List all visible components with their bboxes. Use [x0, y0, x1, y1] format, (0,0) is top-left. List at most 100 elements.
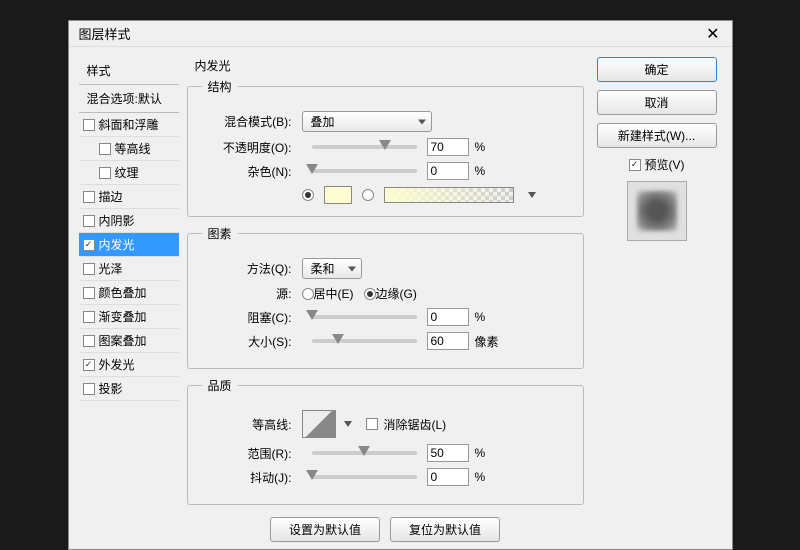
color-swatch[interactable] [324, 186, 352, 204]
sidebar-item-1[interactable]: 等高线 [79, 137, 179, 161]
sidebar-item-10[interactable]: 外发光 [79, 353, 179, 377]
sidebar-checkbox-10[interactable] [83, 359, 95, 371]
jitter-input[interactable] [427, 468, 469, 486]
range-input[interactable] [427, 444, 469, 462]
antialias-checkbox[interactable] [366, 418, 378, 430]
quality-legend: 品质 [202, 377, 238, 394]
new-style-button[interactable]: 新建样式(W)... [597, 123, 717, 148]
choke-slider[interactable] [312, 315, 417, 319]
source-center-radio[interactable] [302, 288, 314, 300]
noise-unit: % [475, 164, 486, 178]
preview-glow [637, 191, 677, 231]
sidebar-checkbox-5[interactable] [83, 239, 95, 251]
element-legend: 图素 [202, 225, 238, 242]
sidebar-label-1: 等高线 [115, 140, 151, 157]
gradient-radio[interactable] [362, 189, 374, 201]
gradient-swatch[interactable] [384, 187, 514, 203]
sidebar-label-4: 内阴影 [99, 212, 135, 229]
jitter-slider[interactable] [312, 475, 417, 479]
size-input[interactable] [427, 332, 469, 350]
source-label: 源: [202, 285, 292, 302]
antialias-label[interactable]: 消除锯齿(L) [384, 416, 447, 433]
make-default-button[interactable]: 设置为默认值 [270, 517, 380, 542]
jitter-label: 抖动(J): [202, 469, 292, 486]
reset-default-button[interactable]: 复位为默认值 [390, 517, 500, 542]
noise-slider[interactable] [312, 169, 417, 173]
opacity-slider[interactable] [312, 145, 417, 149]
sidebar-item-11[interactable]: 投影 [79, 377, 179, 401]
sidebar-checkbox-2[interactable] [99, 167, 111, 179]
contour-caret-icon[interactable] [344, 421, 352, 427]
opacity-input[interactable] [427, 138, 469, 156]
sidebar-checkbox-6[interactable] [83, 263, 95, 275]
noise-thumb[interactable] [306, 164, 318, 174]
choke-input[interactable] [427, 308, 469, 326]
sidebar-checkbox-7[interactable] [83, 287, 95, 299]
sidebar-label-7: 颜色叠加 [99, 284, 147, 301]
right-panel: 确定 取消 新建样式(W)... 预览(V) [592, 57, 722, 539]
sidebar-item-5[interactable]: 内发光 [79, 233, 179, 257]
sidebar-checkbox-8[interactable] [83, 311, 95, 323]
ok-button[interactable]: 确定 [597, 57, 717, 82]
source-edge-label[interactable]: 边缘(G) [376, 285, 417, 302]
sidebar-item-7[interactable]: 颜色叠加 [79, 281, 179, 305]
sidebar-label-11: 投影 [99, 380, 123, 397]
size-slider[interactable] [312, 339, 417, 343]
source-edge-radio[interactable] [364, 288, 376, 300]
dialog-title: 图层样式 [79, 24, 131, 43]
sidebar-item-8[interactable]: 渐变叠加 [79, 305, 179, 329]
range-thumb[interactable] [358, 446, 370, 456]
preview-checkbox[interactable] [629, 159, 641, 171]
contour-picker[interactable] [302, 410, 336, 438]
sidebar-item-9[interactable]: 图案叠加 [79, 329, 179, 353]
sidebar-label-9: 图案叠加 [99, 332, 147, 349]
sidebar-checkbox-0[interactable] [83, 119, 95, 131]
sidebar-label-6: 光泽 [99, 260, 123, 277]
source-center-label[interactable]: 居中(E) [314, 285, 354, 302]
panel-title: 内发光 [187, 57, 584, 74]
sidebar-checkbox-9[interactable] [83, 335, 95, 347]
cancel-button[interactable]: 取消 [597, 90, 717, 115]
close-icon[interactable]: ✕ [702, 24, 723, 44]
range-slider[interactable] [312, 451, 417, 455]
quality-group: 品质 等高线: 消除锯齿(L) 范围(R): % 抖动(J): [187, 377, 584, 505]
preview-label[interactable]: 预览(V) [645, 156, 685, 173]
choke-label: 阻塞(C): [202, 309, 292, 326]
noise-input[interactable] [427, 162, 469, 180]
sidebar-head-blend[interactable]: 混合选项:默认 [79, 85, 179, 113]
opacity-thumb[interactable] [379, 140, 391, 150]
sidebar-item-6[interactable]: 光泽 [79, 257, 179, 281]
sidebar-item-2[interactable]: 纹理 [79, 161, 179, 185]
opacity-label: 不透明度(O): [202, 139, 292, 156]
main-panel: 内发光 结构 混合模式(B): 叠加 不透明度(O): % 杂色(N): [179, 57, 592, 539]
sidebar-item-4[interactable]: 内阴影 [79, 209, 179, 233]
choke-thumb[interactable] [306, 310, 318, 320]
sidebar-item-0[interactable]: 斜面和浮雕 [79, 113, 179, 137]
opacity-unit: % [475, 140, 486, 154]
sidebar-label-10: 外发光 [99, 356, 135, 373]
method-label: 方法(Q): [202, 260, 292, 277]
sidebar-head-styles[interactable]: 样式 [79, 57, 179, 85]
range-unit: % [475, 446, 486, 460]
structure-legend: 结构 [202, 78, 238, 95]
sidebar-checkbox-1[interactable] [99, 143, 111, 155]
sidebar-item-3[interactable]: 描边 [79, 185, 179, 209]
styles-sidebar: 样式 混合选项:默认 斜面和浮雕等高线纹理描边内阴影内发光光泽颜色叠加渐变叠加图… [79, 57, 179, 539]
jitter-thumb[interactable] [306, 470, 318, 480]
range-label: 范围(R): [202, 445, 292, 462]
color-radio[interactable] [302, 189, 314, 201]
sidebar-checkbox-3[interactable] [83, 191, 95, 203]
sidebar-checkbox-4[interactable] [83, 215, 95, 227]
gradient-caret-icon[interactable] [528, 192, 536, 198]
sidebar-checkbox-11[interactable] [83, 383, 95, 395]
jitter-unit: % [475, 470, 486, 484]
method-select[interactable]: 柔和 [302, 258, 362, 279]
sidebar-label-3: 描边 [99, 188, 123, 205]
choke-unit: % [475, 310, 486, 324]
size-unit: 像素 [475, 333, 499, 350]
size-thumb[interactable] [332, 334, 344, 344]
blend-mode-select[interactable]: 叠加 [302, 111, 432, 132]
sidebar-label-0: 斜面和浮雕 [99, 116, 159, 133]
sidebar-label-2: 纹理 [115, 164, 139, 181]
size-label: 大小(S): [202, 333, 292, 350]
